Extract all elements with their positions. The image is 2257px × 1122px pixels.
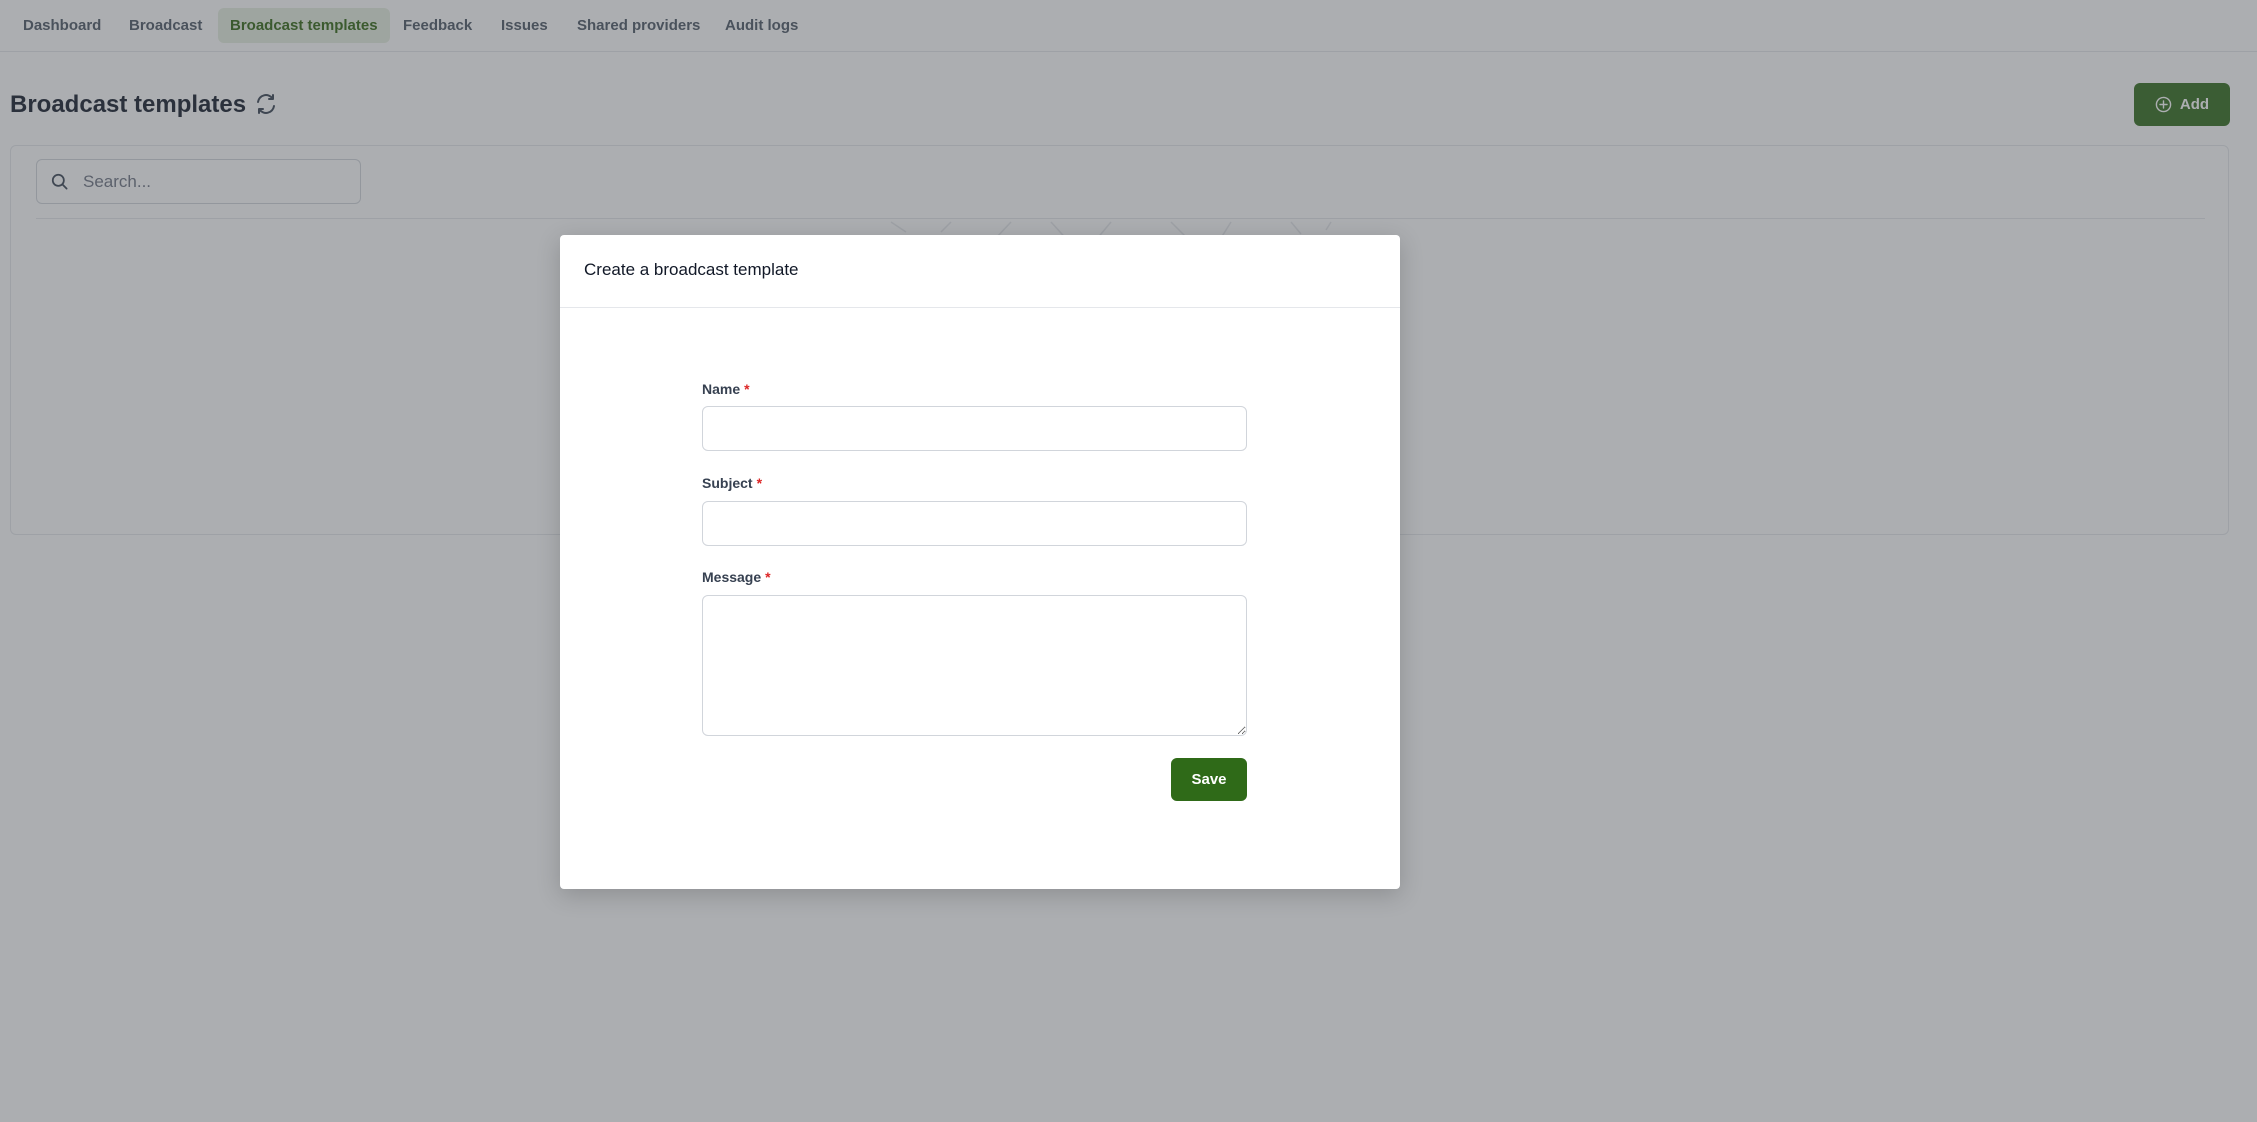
save-button[interactable]: Save xyxy=(1171,758,1247,801)
subject-label-text: Subject xyxy=(702,475,753,491)
message-textarea[interactable] xyxy=(702,595,1247,736)
name-label: Name * xyxy=(702,381,750,397)
name-label-text: Name xyxy=(702,381,741,397)
modal-title: Create a broadcast template xyxy=(584,260,799,279)
subject-label: Subject * xyxy=(702,475,762,491)
required-mark: * xyxy=(744,381,750,397)
message-label: Message * xyxy=(702,569,771,585)
required-mark: * xyxy=(756,475,763,491)
modal-header: Create a broadcast template xyxy=(560,235,1400,308)
message-label-text: Message xyxy=(702,569,762,585)
name-input[interactable] xyxy=(702,406,1247,451)
subject-input[interactable] xyxy=(702,501,1247,546)
create-template-modal: Create a broadcast template Name * Subjec… xyxy=(560,235,1400,889)
required-mark: * xyxy=(765,569,771,585)
